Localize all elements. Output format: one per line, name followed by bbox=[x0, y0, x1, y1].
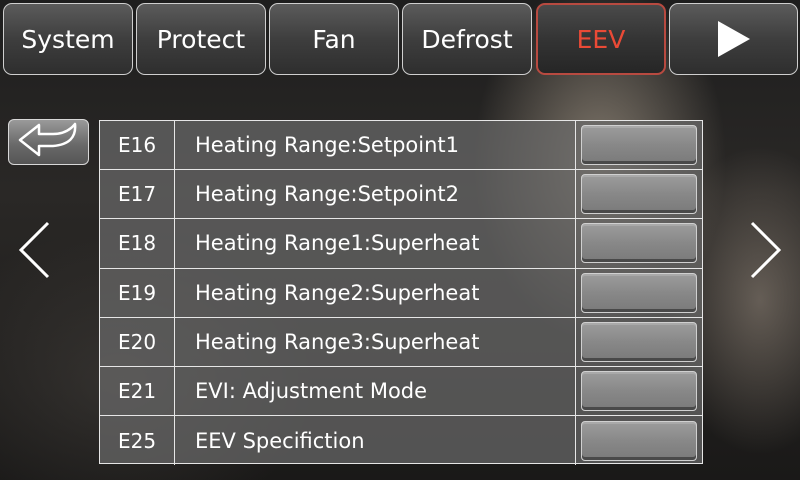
chevron-left-icon bbox=[16, 220, 52, 284]
tab-protect[interactable]: Protect bbox=[136, 3, 266, 75]
table-row: E21 EVI: Adjustment Mode bbox=[100, 366, 702, 417]
parameter-name: Heating Range:Setpoint1 bbox=[175, 121, 576, 170]
parameter-code: E25 bbox=[100, 416, 175, 466]
tab-label: EEV bbox=[576, 24, 626, 54]
table-row: E17 Heating Range:Setpoint2 bbox=[100, 170, 702, 220]
tab-label: Fan bbox=[312, 24, 356, 54]
parameter-value-field[interactable] bbox=[581, 371, 697, 412]
tab-label: System bbox=[21, 24, 115, 54]
parameter-name: EEV Specifiction bbox=[175, 416, 576, 466]
table-row: E19 Heating Range2:Superheat bbox=[100, 268, 702, 318]
tab-fan[interactable]: Fan bbox=[269, 3, 399, 75]
return-arrow-icon bbox=[17, 122, 81, 162]
tab-label: Defrost bbox=[421, 24, 513, 54]
parameter-code: E21 bbox=[100, 366, 175, 416]
parameter-code: E17 bbox=[100, 170, 175, 219]
parameter-name: Heating Range1:Superheat bbox=[175, 219, 576, 268]
tab-eev[interactable]: EEV bbox=[536, 3, 666, 75]
table-row: E18 Heating Range1:Superheat bbox=[100, 219, 702, 269]
back-button[interactable] bbox=[8, 119, 89, 165]
parameter-value-field[interactable] bbox=[581, 321, 697, 362]
tab-next-button[interactable] bbox=[669, 3, 798, 75]
parameter-value-field[interactable] bbox=[581, 223, 697, 264]
parameter-value-field[interactable] bbox=[581, 272, 697, 313]
parameter-table: E16 Heating Range:Setpoint1 E17 Heating … bbox=[99, 120, 703, 466]
chevron-right-icon bbox=[748, 220, 784, 284]
parameter-value-field[interactable] bbox=[581, 125, 697, 166]
next-page-button[interactable] bbox=[746, 220, 786, 284]
prev-page-button[interactable] bbox=[14, 220, 54, 284]
tab-defrost[interactable]: Defrost bbox=[402, 3, 532, 75]
table-row: E25 EEV Specifiction bbox=[100, 416, 702, 466]
tab-label: Protect bbox=[156, 24, 246, 54]
table-row: E16 Heating Range:Setpoint1 bbox=[100, 121, 702, 171]
play-right-icon bbox=[716, 19, 752, 59]
parameter-code: E20 bbox=[100, 317, 175, 366]
parameter-code: E19 bbox=[100, 268, 175, 317]
table-row: E20 Heating Range3:Superheat bbox=[100, 317, 702, 367]
parameter-name: Heating Range:Setpoint2 bbox=[175, 170, 576, 219]
parameter-name: Heating Range3:Superheat bbox=[175, 317, 576, 366]
parameter-value-field[interactable] bbox=[581, 174, 697, 215]
parameter-code: E18 bbox=[100, 219, 175, 268]
tab-system[interactable]: System bbox=[3, 3, 133, 75]
parameter-code: E16 bbox=[100, 121, 175, 170]
parameter-name: EVI: Adjustment Mode bbox=[175, 366, 576, 416]
parameter-value-field[interactable] bbox=[581, 420, 697, 461]
parameter-name: Heating Range2:Superheat bbox=[175, 268, 576, 317]
